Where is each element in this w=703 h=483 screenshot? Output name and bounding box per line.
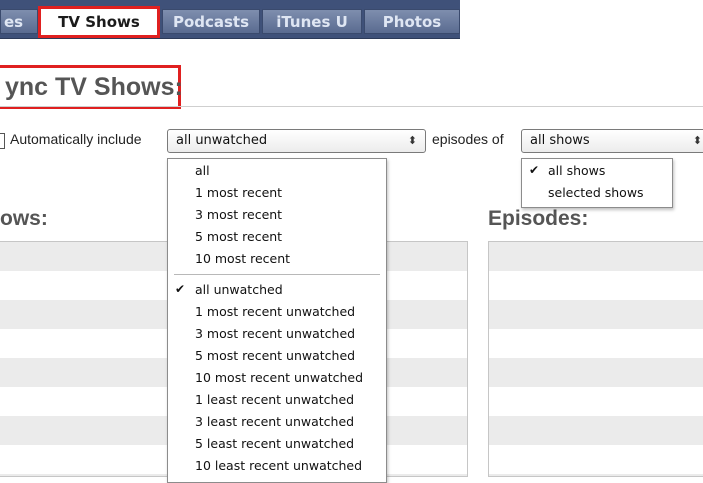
shows-select[interactable]: all shows ⬍ xyxy=(521,129,703,153)
menu-item[interactable]: all xyxy=(168,160,386,182)
tab-tv-shows[interactable]: TV Shows xyxy=(38,6,160,38)
menu-group-recent: all 1 most recent 3 most recent 5 most r… xyxy=(168,160,386,269)
tab-photos[interactable]: Photos xyxy=(364,9,460,34)
shows-dropdown-menu: ✔ all shows selected shows xyxy=(521,158,673,208)
tab-movies[interactable]: es xyxy=(0,9,38,34)
divider xyxy=(0,106,703,107)
menu-separator xyxy=(168,269,386,279)
menu-item-label: all xyxy=(195,163,210,178)
menu-item[interactable]: 5 most recent xyxy=(168,226,386,248)
menu-item-label: all unwatched xyxy=(195,282,283,298)
tab-bar: es TV Shows Podcasts iTunes U Photos xyxy=(0,0,460,39)
menu-item-label: 1 least recent unwatched xyxy=(195,391,355,407)
menu-item[interactable]: 10 most recent unwatched xyxy=(168,367,386,389)
menu-item-label: 5 most recent xyxy=(195,228,283,244)
menu-item[interactable]: selected shows xyxy=(522,182,672,204)
page-title[interactable]: ync TV Shows: xyxy=(0,65,183,109)
menu-item-label: 10 least recent unwatched xyxy=(195,457,363,473)
menu-item-label: 5 most recent unwatched xyxy=(195,348,356,364)
auto-include-label: Automatically include xyxy=(10,131,142,147)
menu-item[interactable]: 1 most recent xyxy=(168,182,386,204)
menu-group-unwatched: ✔ all unwatched 1 most recent unwatched 3… xyxy=(168,279,386,476)
menu-item-label: 3 least recent unwatched xyxy=(195,413,355,429)
menu-item[interactable]: 1 most recent unwatched xyxy=(168,301,386,323)
menu-item[interactable]: 5 most recent unwatched xyxy=(168,345,386,367)
menu-item[interactable]: 3 most recent xyxy=(168,204,386,226)
episodes-list[interactable] xyxy=(488,241,703,477)
up-down-arrows-icon: ⬍ xyxy=(692,134,702,147)
menu-item[interactable]: 3 least recent unwatched xyxy=(168,411,386,433)
menu-item[interactable]: 1 least recent unwatched xyxy=(168,389,386,411)
tab-itunes-u[interactable]: iTunes U xyxy=(262,9,362,34)
menu-item-label: 3 most recent xyxy=(195,206,283,222)
shows-heading: ows: xyxy=(0,207,48,230)
menu-item-label: all shows xyxy=(548,163,606,178)
episodes-select[interactable]: all unwatched ⬍ xyxy=(167,129,426,153)
menu-item-label: 1 most recent unwatched xyxy=(195,304,356,320)
episodes-select-value: all unwatched xyxy=(176,133,268,148)
menu-item[interactable]: 10 least recent unwatched xyxy=(168,455,386,477)
menu-item[interactable]: 3 most recent unwatched xyxy=(168,323,386,345)
auto-include-checkbox[interactable] xyxy=(0,133,5,149)
menu-item-selected[interactable]: ✔ all shows xyxy=(522,160,672,182)
menu-item-label: 5 least recent unwatched xyxy=(195,435,355,451)
menu-item[interactable]: 10 most recent xyxy=(168,248,386,270)
episodes-dropdown-menu: all 1 most recent 3 most recent 5 most r… xyxy=(167,158,387,483)
menu-item-label: 1 most recent xyxy=(195,184,283,200)
checkmark-icon: ✔ xyxy=(529,163,540,177)
menu-item-label: 3 most recent unwatched xyxy=(195,326,356,342)
menu-item-selected[interactable]: ✔ all unwatched xyxy=(168,279,386,301)
menu-item-label: 10 most recent xyxy=(195,250,291,266)
shows-select-value: all shows xyxy=(530,133,590,148)
menu-item[interactable]: 5 least recent unwatched xyxy=(168,433,386,455)
tab-podcasts[interactable]: Podcasts xyxy=(162,9,260,34)
menu-item-label: 10 most recent unwatched xyxy=(195,370,364,386)
checkmark-icon: ✔ xyxy=(175,282,186,297)
menu-item-label: selected shows xyxy=(548,184,644,200)
episodes-of-label: episodes of xyxy=(432,131,504,147)
episodes-heading: Episodes: xyxy=(488,207,589,230)
up-down-arrows-icon: ⬍ xyxy=(407,134,417,147)
